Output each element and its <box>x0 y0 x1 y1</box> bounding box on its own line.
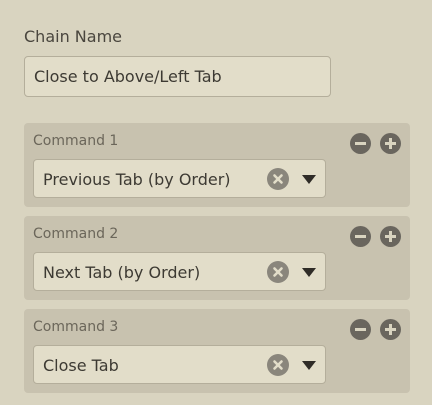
command-select-value: Previous Tab (by Order) <box>43 170 231 189</box>
minus-icon <box>355 328 366 331</box>
chevron-down-icon[interactable] <box>302 175 316 184</box>
chain-name-input[interactable] <box>24 56 331 97</box>
add-command-button[interactable] <box>380 133 401 154</box>
x-icon <box>273 267 283 277</box>
chevron-down-icon[interactable] <box>302 268 316 277</box>
command-row: Command 1 Previous Tab (by Order) <box>24 123 410 207</box>
command-select[interactable]: Previous Tab (by Order) <box>33 159 326 198</box>
command-row: Command 2 Next Tab (by Order) <box>24 216 410 300</box>
clear-selection-button[interactable] <box>267 354 289 376</box>
chevron-down-icon[interactable] <box>302 361 316 370</box>
command-select-value: Next Tab (by Order) <box>43 263 201 282</box>
remove-command-button[interactable] <box>350 226 371 247</box>
plus-icon <box>385 324 396 335</box>
remove-command-button[interactable] <box>350 319 371 340</box>
x-icon <box>273 174 283 184</box>
minus-icon <box>355 142 366 145</box>
command-select[interactable]: Close Tab <box>33 345 326 384</box>
remove-command-button[interactable] <box>350 133 371 154</box>
clear-selection-button[interactable] <box>267 261 289 283</box>
plus-icon <box>385 138 396 149</box>
add-command-button[interactable] <box>380 319 401 340</box>
plus-icon <box>385 231 396 242</box>
x-icon <box>273 360 283 370</box>
command-row: Command 3 Close Tab <box>24 309 410 393</box>
chain-name-label: Chain Name <box>24 27 122 46</box>
command-select[interactable]: Next Tab (by Order) <box>33 252 326 291</box>
command-label: Command 2 <box>33 226 119 242</box>
clear-selection-button[interactable] <box>267 168 289 190</box>
minus-icon <box>355 235 366 238</box>
add-command-button[interactable] <box>380 226 401 247</box>
command-label: Command 1 <box>33 133 119 149</box>
command-select-value: Close Tab <box>43 356 119 375</box>
command-label: Command 3 <box>33 319 119 335</box>
